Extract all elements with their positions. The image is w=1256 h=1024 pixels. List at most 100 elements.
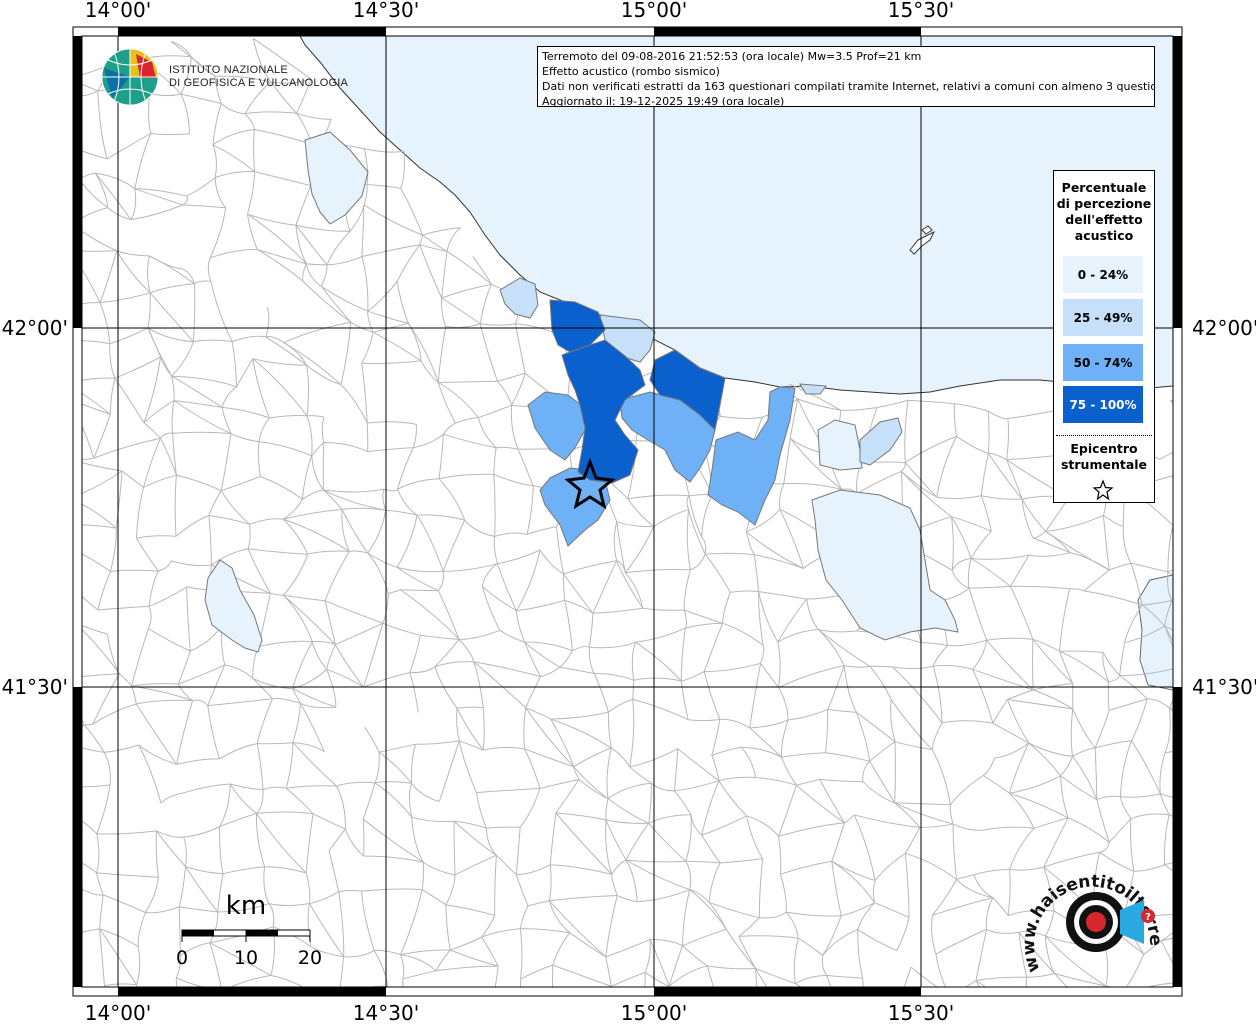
- boundary-segment: [1195, 273, 1256, 288]
- left-tick-0: 42°00': [2, 316, 68, 340]
- boundary-segment: [1202, 1008, 1235, 1017]
- ingv-name: ISTITUTO NAZIONALE DI GEOFISICA E VULCAN…: [169, 64, 348, 90]
- boundary-segment: [1170, 399, 1173, 402]
- legend-epicenter-label: Epicentro strumentale: [1054, 441, 1154, 473]
- boundary-segment: [725, 1013, 762, 1024]
- boundary-segment: [291, 992, 312, 1024]
- top-tick-3: 15°30': [888, 0, 954, 22]
- legend-title-line3: dell'effetto: [1065, 212, 1143, 227]
- boundary-segment: [1043, 1011, 1090, 1018]
- boundary-segment: [1211, 741, 1213, 803]
- boundary-segment: [1209, 499, 1222, 523]
- boundary-segment: [1173, 523, 1222, 527]
- boundary-segment: [68, 398, 78, 461]
- boundary-segment: [1202, 928, 1223, 974]
- bottom-tick-2: 15°00': [621, 1001, 687, 1024]
- boundary-segment: [1119, 1015, 1186, 1024]
- boundary-segment: [1215, 708, 1256, 714]
- boundary-segment: [1213, 793, 1238, 803]
- boundary-segment: [62, 250, 69, 309]
- boundary-segment: [798, 1004, 838, 1024]
- boundary-segment: [67, 547, 69, 585]
- boundary-segment: [1236, 967, 1237, 1008]
- boundary-segment: [1210, 359, 1225, 407]
- boundary-segment: [1210, 407, 1247, 423]
- scale-unit: km: [226, 891, 266, 921]
- boundary-segment: [553, 1015, 612, 1021]
- muni-light-4: [817, 419, 863, 471]
- boundary-segment: [838, 1004, 865, 1020]
- boundary-segment: [55, 526, 68, 547]
- boundary-segment: [1236, 901, 1252, 935]
- scale-tick-0: 0: [176, 947, 188, 969]
- boundary-segment: [1222, 156, 1245, 157]
- legend-title-line4: acustico: [1074, 228, 1134, 243]
- top-tick-0: 14°00': [85, 0, 151, 22]
- boundary-segment: [1218, 897, 1235, 902]
- boundary-segment: [1216, 830, 1251, 839]
- legend-star-icon: [1092, 479, 1114, 501]
- boundary-segment: [366, 423, 369, 452]
- boundary-segment: [1210, 104, 1256, 112]
- legend-item-0: 0 - 24%: [1063, 256, 1143, 293]
- boundary-segment: [1224, 359, 1256, 361]
- boundary-segment: [65, 340, 67, 383]
- boundary-segment: [1199, 590, 1216, 647]
- boundary-segment: [1199, 551, 1210, 590]
- svg-text:?: ?: [1145, 912, 1151, 923]
- boundary-segment: [1239, 424, 1247, 443]
- boundary-segment: [1172, 522, 1173, 526]
- boundary-segment: [1236, 613, 1256, 632]
- boundary-segment: [57, 739, 65, 787]
- boundary-segment: [1185, 897, 1218, 914]
- top-tick-2: 15°00': [621, 0, 687, 22]
- boundary-segment: [1213, 803, 1216, 830]
- boundary-segment: [1200, 974, 1202, 1016]
- boundary-segment: [1195, 273, 1220, 311]
- megaphone-icon: [1120, 900, 1144, 944]
- boundary-segment: [1240, 62, 1256, 113]
- boundary-segment: [183, 1009, 207, 1017]
- legend-item-3: 75 - 100%: [1063, 386, 1143, 423]
- boundary-segment: [1197, 64, 1210, 105]
- boundary-segment: [1210, 551, 1256, 554]
- boundary-segment: [1210, 104, 1222, 157]
- boundary-segment: [1209, 473, 1253, 499]
- ingv-line1: ISTITUTO NAZIONALE: [169, 64, 288, 76]
- right-tick-0: 42°00': [1192, 316, 1256, 340]
- boundary-segment: [1237, 935, 1252, 966]
- boundary-segment: [69, 225, 73, 251]
- boundary-segment: [1195, 250, 1252, 272]
- legend-epicenter-line1: Epicentro: [1070, 441, 1138, 456]
- legend-title-line2: di percezione: [1056, 196, 1152, 211]
- legend-title: Percentuale di percezione dell'effetto a…: [1054, 180, 1154, 244]
- right-tick-1: 41°30': [1192, 675, 1256, 699]
- boundary-segment: [1223, 928, 1252, 935]
- boundary-segment: [1180, 115, 1222, 158]
- ingv-globe-icon: [101, 48, 159, 106]
- event-line1: Terremoto del 09-08-2016 21:52:53 (ora l…: [542, 50, 922, 63]
- boundary-segment: [1239, 443, 1253, 473]
- boundary-segment: [1183, 974, 1202, 982]
- scale-tick-1: 10: [234, 947, 258, 969]
- boundary-segment: [65, 383, 68, 398]
- boundary-segment: [1238, 793, 1251, 839]
- boundary-segment: [1202, 967, 1237, 975]
- bottom-tick-0: 14°00': [85, 1001, 151, 1024]
- legend-item-2: 50 - 74%: [1063, 344, 1143, 381]
- boundary-segment: [1251, 839, 1256, 870]
- boundary-segment: [1212, 741, 1244, 745]
- boundary-segment: [1169, 399, 1173, 405]
- boundary-segment: [1167, 569, 1173, 573]
- boundary-segment: [1236, 632, 1253, 664]
- event-line2: Effetto acustico (rombo sismico): [542, 65, 720, 78]
- legend: Percentuale di percezione dell'effetto a…: [1053, 170, 1155, 503]
- boundary-segment: [1212, 714, 1214, 741]
- boundary-segment: [1247, 359, 1256, 424]
- boundary-segment: [1199, 590, 1256, 613]
- boundary-segment: [1244, 113, 1256, 158]
- boundary-segment: [1202, 443, 1239, 445]
- boundary-segment: [1210, 523, 1222, 551]
- boundary-segment: [1244, 708, 1256, 744]
- boundary-segment: [1197, 64, 1256, 113]
